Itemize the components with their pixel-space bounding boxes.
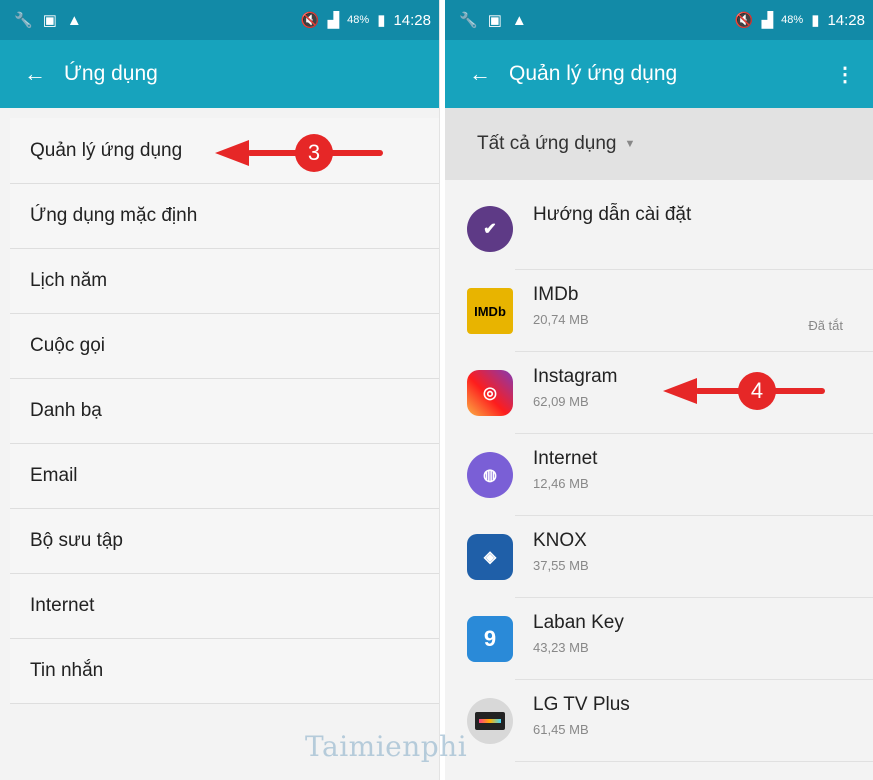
list-item-email[interactable]: Email [10,444,439,509]
signal-icon: ▟ [761,11,774,29]
knox-icon: ◈ [467,534,513,580]
screenshot-icon: ▣ [487,11,502,29]
status-bar: 🔧 ▣ ▲ 🔇 ▟ 48% ▮ 14:28 [0,0,439,40]
app-size: 37,55 MB [533,558,589,573]
list-item-default-apps[interactable]: Ứng dụng mặc định [10,184,439,249]
battery-icon: ▮ [811,11,820,29]
app-name: Instagram [533,366,618,387]
watermark: Taimienphi [305,730,468,763]
annotation-number: 4 [738,372,776,410]
dropdown-arrow-icon: ▼ [624,138,636,150]
battery-percent: 48% [347,14,370,26]
app-row-imdb[interactable]: IMDb IMDb 20,74 MB Đã tắt [445,270,873,352]
wrench-icon: 🔧 [459,11,478,29]
app-name: IMDb [533,284,579,305]
settings-list: Quản lý ứng dụng Ứng dụng mặc định Lịch … [10,118,439,704]
app-row-knox[interactable]: ◈ KNOX 37,55 MB [445,516,873,598]
annotation-arrow-4: 4 [663,372,825,410]
mute-icon: 🔇 [300,11,320,29]
annotation-arrow-3: 3 [215,134,383,172]
app-bar: ← Quản lý ứng dụng ⋮ [445,40,873,108]
filter-dropdown[interactable]: Tất cả ứng dụng ▼ [445,108,873,180]
app-size: 12,46 MB [533,476,589,491]
app-row-lg-tv-plus[interactable]: LG TV Plus 61,45 MB [445,680,873,762]
list-item-calendar[interactable]: Lịch năm [10,249,439,314]
annotation-number: 3 [295,134,333,172]
page-title: Ứng dụng [64,62,158,85]
app-size: 62,09 MB [533,394,589,409]
app-status: Đã tắt [808,318,843,333]
warning-icon: ▲ [511,11,527,29]
mute-icon: 🔇 [734,11,754,29]
screenshot-icon: ▣ [42,11,57,29]
list-item-messages[interactable]: Tin nhắn [10,639,439,704]
app-name: Laban Key [533,612,624,633]
app-name: LG TV Plus [533,694,630,715]
signal-icon: ▟ [327,11,340,29]
list-item-gallery[interactable]: Bộ sưu tập [10,509,439,574]
filter-label: Tất cả ứng dụng [477,133,617,154]
app-size: 20,74 MB [533,312,589,327]
lg-tv-plus-icon [467,698,513,744]
app-name: KNOX [533,530,587,551]
back-arrow-icon[interactable]: ← [24,61,64,87]
app-size: 43,23 MB [533,640,589,655]
battery-icon: ▮ [377,11,386,29]
laban-key-icon: 9 [467,616,513,662]
more-options-icon[interactable]: ⋮ [835,62,855,87]
app-row-internet[interactable]: ◍ Internet 12,46 MB [445,434,873,516]
right-screen: 🔧 ▣ ▲ 🔇 ▟ 48% ▮ 14:28 ← Quản lý ứng dụng… [445,0,873,780]
app-bar: ← Ứng dụng [0,40,439,108]
internet-icon: ◍ [467,452,513,498]
status-bar: 🔧 ▣ ▲ 🔇 ▟ 48% ▮ 14:28 [445,0,873,40]
app-row-laban-key[interactable]: 9 Laban Key 43,23 MB [445,598,873,680]
app-size: 61,45 MB [533,722,589,737]
list-item-calls[interactable]: Cuộc gọi [10,314,439,379]
app-name: Hướng dẫn cài đặt [533,204,692,225]
list-item-contacts[interactable]: Danh bạ [10,379,439,444]
clock: 14:28 [393,11,431,29]
page-title: Quản lý ứng dụng [509,62,678,85]
list-item-internet[interactable]: Internet [10,574,439,639]
warning-icon: ▲ [66,11,82,29]
clock: 14:28 [827,11,865,29]
app-list: ✔ Hướng dẫn cài đặt IMDb IMDb 20,74 MB Đ… [445,188,873,762]
instagram-icon: ◎ [467,370,513,416]
battery-percent: 48% [781,14,804,26]
left-screen: 🔧 ▣ ▲ 🔇 ▟ 48% ▮ 14:28 ← Ứng dụng Quản lý… [0,0,440,780]
back-arrow-icon[interactable]: ← [469,61,509,87]
guide-icon: ✔ [467,206,513,252]
wrench-icon: 🔧 [14,11,33,29]
app-name: Internet [533,448,598,469]
app-row-guide[interactable]: ✔ Hướng dẫn cài đặt [445,188,873,270]
imdb-icon: IMDb [467,288,513,334]
